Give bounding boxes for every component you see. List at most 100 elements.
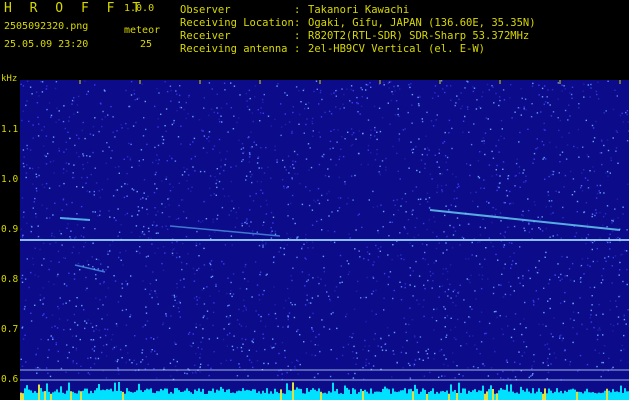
noise-speck [591, 215, 593, 218]
noise-speck [90, 357, 92, 359]
noise-speck [63, 151, 65, 153]
noise-floor-bar [286, 383, 288, 400]
noise-speck [597, 334, 599, 336]
noise-speck [456, 95, 458, 97]
noise-speck [41, 298, 44, 301]
noise-speck [172, 254, 174, 256]
noise-speck [525, 327, 527, 329]
noise-speck [45, 155, 47, 158]
noise-speck [564, 359, 567, 361]
noise-floor-bar [616, 391, 618, 400]
noise-speck [485, 117, 487, 119]
noise-speck [52, 141, 54, 143]
noise-speck [502, 333, 504, 336]
noise-speck [304, 304, 307, 306]
noise-speck [174, 341, 176, 344]
noise-speck [21, 277, 23, 279]
noise-speck [276, 85, 278, 87]
noise-speck [75, 347, 78, 350]
noise-speck [87, 319, 89, 321]
noise-speck [547, 357, 549, 360]
noise-speck [102, 344, 105, 347]
noise-speck [138, 164, 140, 167]
noise-speck [438, 296, 440, 298]
noise-speck [184, 171, 186, 173]
noise-speck [353, 345, 355, 348]
noise-speck [534, 204, 536, 206]
noise-speck [328, 295, 330, 297]
noise-speck [360, 105, 363, 107]
noise-speck [195, 372, 197, 374]
noise-speck [186, 180, 188, 182]
noise-speck [412, 151, 414, 154]
noise-speck [341, 136, 343, 138]
noise-speck [457, 183, 459, 185]
noise-speck [231, 295, 233, 298]
noise-speck [533, 158, 535, 160]
noise-speck [127, 127, 129, 130]
noise-speck [203, 107, 205, 109]
noise-floor-bar [26, 385, 28, 400]
noise-speck [303, 107, 306, 110]
noise-speck [133, 89, 135, 91]
noise-speck [446, 85, 448, 87]
noise-speck [180, 125, 182, 127]
noise-speck [196, 299, 198, 301]
noise-floor-bar [22, 393, 24, 400]
noise-floor-bar [188, 390, 190, 400]
noise-speck [356, 96, 358, 99]
noise-speck [26, 164, 28, 166]
noise-speck [446, 169, 449, 171]
noise-speck [407, 218, 410, 221]
noise-speck [318, 103, 320, 105]
noise-speck [407, 362, 410, 365]
noise-speck [513, 225, 516, 228]
noise-speck [283, 187, 285, 189]
noise-speck [251, 181, 253, 184]
noise-speck [444, 375, 446, 377]
noise-speck [551, 89, 554, 91]
noise-speck [570, 93, 573, 96]
noise-floor-bar [294, 389, 296, 400]
noise-speck [564, 291, 566, 294]
noise-speck [206, 310, 209, 312]
noise-speck [541, 140, 543, 143]
noise-speck [311, 354, 313, 356]
noise-speck [347, 373, 350, 375]
noise-speck [356, 357, 358, 359]
noise-speck [141, 359, 144, 361]
noise-speck [293, 316, 296, 319]
noise-speck [283, 253, 285, 256]
noise-speck [71, 335, 74, 337]
noise-speck [26, 222, 28, 224]
noise-speck [212, 218, 214, 221]
noise-floor-bar [260, 393, 262, 400]
noise-speck [546, 96, 548, 98]
noise-speck [34, 274, 36, 276]
noise-speck [594, 349, 596, 351]
noise-speck [474, 344, 476, 346]
noise-speck [287, 326, 289, 328]
noise-speck [332, 311, 334, 314]
noise-speck [501, 128, 503, 130]
noise-speck [550, 174, 552, 176]
noise-speck [349, 100, 351, 102]
noise-floor-bar [564, 390, 566, 400]
noise-speck [21, 365, 24, 367]
noise-speck [29, 149, 32, 151]
noise-speck [519, 107, 521, 109]
noise-speck [335, 106, 337, 108]
noise-speck [270, 232, 272, 234]
noise-speck [114, 360, 117, 362]
noise-speck [341, 88, 343, 90]
noise-speck [600, 375, 602, 378]
noise-floor-bar [82, 390, 84, 400]
noise-speck [210, 367, 212, 370]
noise-speck [349, 335, 351, 338]
noise-speck [179, 302, 181, 304]
noise-floor-bar [106, 389, 108, 400]
noise-speck [209, 175, 212, 177]
noise-speck [442, 268, 445, 270]
noise-speck [314, 354, 317, 357]
noise-speck [424, 251, 426, 254]
